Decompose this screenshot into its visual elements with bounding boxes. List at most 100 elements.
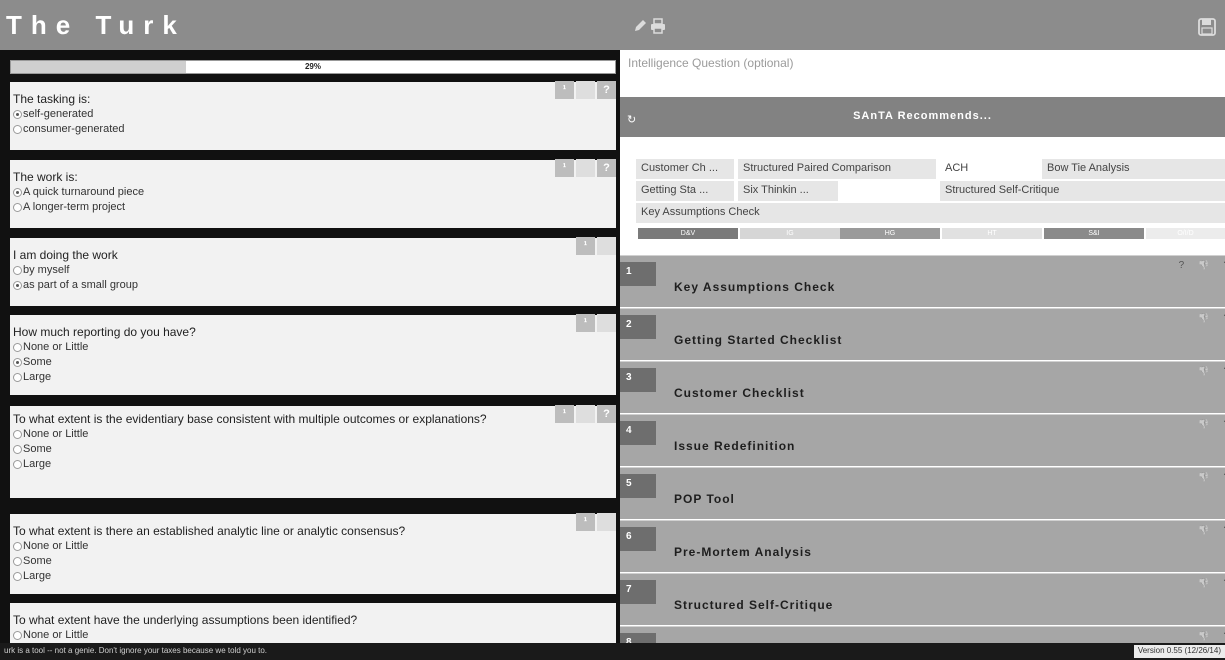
- thumbs-down-icon[interactable]: 👎: [1198, 631, 1209, 641]
- answer-option[interactable]: consumer-generated: [13, 122, 613, 137]
- category-tab[interactable]: O/I/D: [1146, 228, 1225, 239]
- technique-row[interactable]: 2 Getting Started Checklist 👎?: [620, 308, 1225, 360]
- note-icon[interactable]: ¹: [576, 237, 595, 255]
- radio-button[interactable]: [13, 373, 22, 382]
- question-card: To what extent is there an established a…: [10, 513, 616, 594]
- note-icon[interactable]: ¹: [555, 159, 574, 177]
- recommendation-chip[interactable]: Customer Ch ...: [636, 159, 734, 179]
- radio-button[interactable]: [13, 542, 22, 551]
- question-card: I am doing the work by myself as part of a…: [10, 237, 616, 306]
- option-label: Some: [23, 555, 52, 567]
- printer-icon[interactable]: [650, 18, 666, 34]
- technique-row[interactable]: 6 Pre-Mortem Analysis 👎?: [620, 520, 1225, 572]
- answer-option[interactable]: Large: [13, 457, 613, 472]
- thumbs-down-icon[interactable]: 👎: [1198, 578, 1209, 588]
- option-label: self-generated: [23, 108, 94, 120]
- category-tab[interactable]: S&I: [1044, 228, 1144, 239]
- recommendation-chip[interactable]: Getting Sta ...: [636, 181, 734, 201]
- answer-option[interactable]: Large: [13, 569, 613, 584]
- note-icon[interactable]: ¹: [555, 81, 574, 99]
- intelligence-question-input[interactable]: Intelligence Question (optional): [620, 50, 1225, 92]
- answer-option[interactable]: by myself: [13, 263, 613, 278]
- answer-option[interactable]: as part of a small group: [13, 278, 613, 293]
- flag-icon[interactable]: [576, 159, 595, 177]
- answer-option[interactable]: Large: [13, 370, 613, 385]
- answer-option[interactable]: None or Little: [13, 628, 613, 643]
- answer-option[interactable]: A quick turnaround piece: [13, 185, 613, 200]
- answer-option[interactable]: Some: [13, 554, 613, 569]
- radio-button[interactable]: [13, 125, 22, 134]
- answer-option[interactable]: None or Little: [13, 340, 613, 355]
- help-icon[interactable]: ?: [597, 81, 616, 99]
- radio-button[interactable]: [13, 557, 22, 566]
- thumbs-down-icon[interactable]: 👎: [1198, 366, 1209, 376]
- radio-button[interactable]: [13, 343, 22, 352]
- answer-option[interactable]: Some: [13, 355, 613, 370]
- thumbs-down-icon[interactable]: 👎: [1198, 525, 1209, 535]
- category-tab[interactable]: HG: [840, 228, 940, 239]
- technique-row[interactable]: 1Key Assumptions Check?👎?: [620, 255, 1225, 307]
- radio-button[interactable]: [13, 631, 22, 640]
- recommendation-chip[interactable]: Structured Paired Comparison: [738, 159, 936, 179]
- technique-name: Key Assumptions Check: [674, 280, 836, 294]
- technique-name: POP Tool: [674, 492, 735, 506]
- note-icon[interactable]: ¹: [576, 513, 595, 531]
- answer-option[interactable]: Some: [13, 442, 613, 457]
- category-tab[interactable]: IG: [740, 228, 840, 239]
- radio-button[interactable]: [13, 430, 22, 439]
- note-icon[interactable]: ¹: [555, 405, 574, 423]
- pencil-icon[interactable]: [632, 18, 648, 34]
- flag-icon[interactable]: [576, 81, 595, 99]
- radio-button[interactable]: [13, 358, 22, 367]
- recommendation-chip[interactable]: Key Assumptions Check: [636, 203, 1225, 223]
- flag-icon[interactable]: [597, 314, 616, 332]
- flag-icon[interactable]: [576, 405, 595, 423]
- category-tab[interactable]: D&V: [638, 228, 738, 239]
- radio-button[interactable]: [13, 203, 22, 212]
- thumbs-down-icon[interactable]: 👎: [1198, 313, 1209, 323]
- technique-number: 5: [620, 474, 656, 498]
- help-icon[interactable]: ?: [597, 405, 616, 423]
- thumbs-down-icon[interactable]: 👎: [1198, 472, 1209, 482]
- answer-option[interactable]: self-generated: [13, 107, 613, 122]
- radio-button[interactable]: [13, 460, 22, 469]
- radio-button[interactable]: [13, 188, 22, 197]
- note-icon[interactable]: ¹: [576, 314, 595, 332]
- help-icon[interactable]: ?: [597, 159, 616, 177]
- flag-icon[interactable]: [597, 513, 616, 531]
- radio-button[interactable]: [13, 445, 22, 454]
- answer-option[interactable]: None or Little: [13, 539, 613, 554]
- footer-note: urk is a tool -- not a genie. Don't igno…: [4, 646, 268, 655]
- technique-row[interactable]: 8 👎?: [620, 626, 1225, 643]
- radio-button[interactable]: [13, 281, 22, 290]
- technique-row[interactable]: 7 Structured Self-Critique 👎?: [620, 573, 1225, 625]
- recommendation-chip[interactable]: Structured Self-Critique: [940, 181, 1225, 201]
- santa-title: SAnTA Recommends...: [853, 110, 992, 122]
- technique-row[interactable]: 3 Customer Checklist 👎?: [620, 361, 1225, 413]
- question-text: How much reporting do you have?: [13, 325, 196, 339]
- answer-option[interactable]: None or Little: [13, 427, 613, 442]
- thumbs-down-icon[interactable]: 👎: [1198, 260, 1209, 270]
- technique-actions: 👎?: [1184, 525, 1225, 536]
- question-text: To what extent have the underlying assum…: [13, 613, 358, 627]
- footer: urk is a tool -- not a genie. Don't igno…: [0, 643, 1225, 660]
- radio-button[interactable]: [13, 110, 22, 119]
- question-card: To what extent is the evidentiary base c…: [10, 405, 616, 498]
- radio-button[interactable]: [13, 266, 22, 275]
- technique-number: 7: [620, 580, 656, 604]
- answer-option[interactable]: A longer-term project: [13, 200, 613, 215]
- flag-icon[interactable]: [597, 237, 616, 255]
- recommendation-chip[interactable]: ACH: [940, 159, 1040, 179]
- technique-actions: 👎?: [1184, 472, 1225, 483]
- recommendation-chip[interactable]: Six Thinkin ...: [738, 181, 838, 201]
- recommendation-chip[interactable]: Bow Tie Analysis: [1042, 159, 1225, 179]
- technique-row[interactable]: 5 POP Tool 👎?: [620, 467, 1225, 519]
- technique-row[interactable]: 4 Issue Redefinition 👎?: [620, 414, 1225, 466]
- question-toolbar: ¹: [574, 314, 616, 332]
- thumbs-down-icon[interactable]: 👎: [1198, 419, 1209, 429]
- technique-name: Structured Self-Critique: [674, 598, 834, 612]
- save-icon[interactable]: [1198, 18, 1216, 36]
- category-tab[interactable]: HT: [942, 228, 1042, 239]
- help-icon[interactable]: ?: [1179, 260, 1185, 271]
- radio-button[interactable]: [13, 572, 22, 581]
